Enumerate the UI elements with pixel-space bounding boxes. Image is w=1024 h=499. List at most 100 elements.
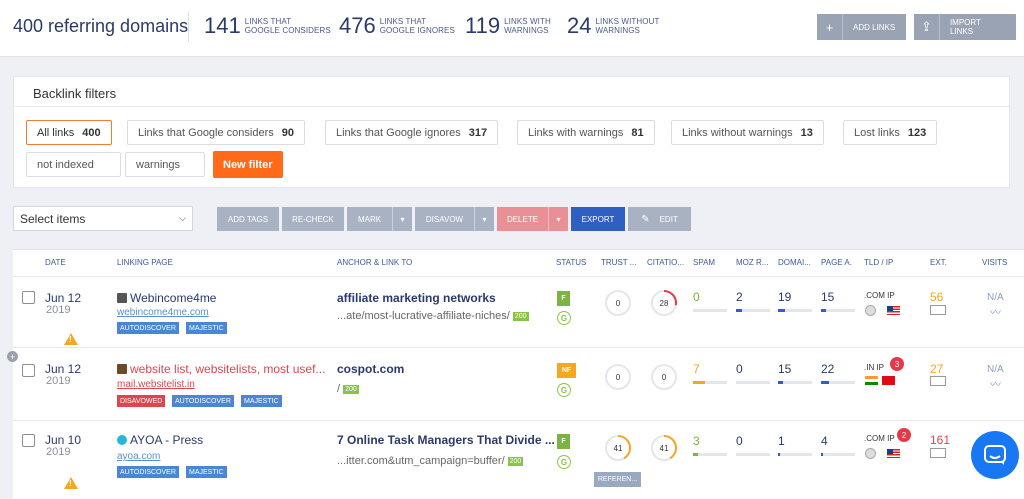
new-filter-button[interactable]: New filter: [213, 151, 283, 178]
filter-all-links[interactable]: All links 400: [26, 120, 112, 145]
referen-button[interactable]: REFEREN...: [594, 472, 641, 487]
row-checkbox[interactable]: [22, 364, 35, 377]
filter-not-indexed[interactable]: not indexed: [26, 152, 121, 177]
filter-google-considers[interactable]: Links that Google considers 90: [127, 120, 305, 145]
filter-without-warnings[interactable]: Links without warnings 13: [671, 120, 824, 145]
moz-bar: [736, 453, 770, 456]
edit-button[interactable]: ✎ EDIT: [628, 207, 691, 231]
add-links-button[interactable]: + ADD LINKS: [817, 14, 906, 40]
stat-number: 141: [204, 13, 241, 38]
chevron-down-icon[interactable]: ▾: [548, 207, 568, 231]
link-to[interactable]: ...ate/most-lucrative-affiliate-niches/2…: [337, 310, 529, 322]
column-moz[interactable]: MOZ R...: [736, 258, 768, 267]
favicon-icon: [117, 364, 127, 374]
referring-domains-count[interactable]: 400 referring domains: [13, 16, 188, 37]
trust-flow-gauge: 41: [604, 434, 632, 462]
add-tags-button[interactable]: ADD TAGS: [217, 207, 279, 231]
tag-disavowed[interactable]: DISAVOWED: [117, 395, 166, 407]
warning-icon[interactable]: !: [64, 477, 78, 489]
citation-flow-gauge: 0: [650, 363, 678, 391]
linking-page-title[interactable]: website list, websitelists, most usef...: [130, 362, 326, 376]
column-trust[interactable]: TRUST ...: [601, 258, 636, 267]
export-button[interactable]: EXPORT: [571, 207, 625, 231]
favicon-icon: [117, 435, 127, 445]
spam-bar: [693, 453, 727, 456]
row-checkbox[interactable]: [22, 291, 35, 304]
disavow-button[interactable]: DISAVOW ▾: [415, 207, 494, 231]
column-page[interactable]: PAGE A.: [821, 258, 852, 267]
column-spam[interactable]: SPAM: [693, 258, 715, 267]
link-to[interactable]: ...itter.com&utm_campaign=buffer/200: [337, 455, 524, 467]
globe-icon: [865, 448, 876, 459]
google-icon: G: [557, 455, 571, 469]
us-flag-icon: [887, 449, 900, 458]
stat-without-warnings[interactable]: 24 LINKS WITHOUT WARNINGS: [567, 13, 659, 39]
filter-google-ignores[interactable]: Links that Google ignores 317: [325, 120, 499, 145]
linking-page-url[interactable]: webincome4me.com: [117, 307, 209, 318]
import-links-button[interactable]: ⇪ IMPORT LINKS: [914, 14, 1016, 40]
citation-flow-gauge: 28: [650, 289, 678, 317]
linking-page-url[interactable]: mail.websitelist.in: [117, 379, 195, 390]
column-tld-ip[interactable]: TLD / IP: [864, 258, 893, 267]
external-link-icon: [930, 376, 946, 386]
page-bar: [821, 381, 855, 384]
turkey-flag-icon: [882, 376, 895, 385]
column-anchor[interactable]: ANCHOR & LINK TO: [337, 258, 412, 267]
stat-number: 119: [465, 13, 501, 38]
tld-ip: .COM IP: [864, 291, 895, 300]
column-ext[interactable]: EXT.: [930, 258, 947, 267]
trust-flow-gauge: 0: [604, 289, 632, 317]
favicon-icon: [117, 293, 127, 303]
filter-with-warnings[interactable]: Links with warnings 81: [517, 120, 655, 145]
link-to[interactable]: /200: [337, 383, 359, 395]
column-domain[interactable]: DOMAI...: [778, 258, 811, 267]
anchor-text[interactable]: cospot.com: [337, 362, 404, 376]
tag-majestic[interactable]: MAJESTIC: [186, 322, 227, 334]
column-status[interactable]: STATUS: [556, 258, 586, 267]
select-items-dropdown[interactable]: Select items ⌵: [13, 206, 193, 231]
linking-page-title[interactable]: AYOA - Press: [130, 433, 330, 447]
mark-button[interactable]: MARK ▾: [347, 207, 412, 231]
chat-widget-button[interactable]: [971, 431, 1019, 479]
chevron-down-icon[interactable]: ▾: [474, 207, 494, 231]
tag-autodiscover[interactable]: AUTODISCOVER: [172, 395, 234, 407]
domain-bar: [778, 453, 812, 456]
linking-page-title[interactable]: Webincome4me: [130, 291, 330, 305]
column-citation[interactable]: CITATIO...: [647, 258, 684, 267]
linking-page-url[interactable]: ayoa.com: [117, 451, 160, 462]
external-link-icon: [930, 448, 946, 458]
chevron-down-icon[interactable]: ▾: [392, 207, 412, 231]
divider: [13, 276, 1024, 277]
tag-majestic[interactable]: MAJESTIC: [186, 466, 227, 478]
domain-authority: 19: [778, 290, 792, 304]
tag-majestic[interactable]: MAJESTIC: [241, 395, 282, 407]
tag-autodiscover[interactable]: AUTODISCOVER: [117, 466, 179, 478]
delete-button[interactable]: DELETE ▾: [497, 207, 568, 231]
column-visits[interactable]: VISITS: [982, 258, 1007, 267]
stat-number: 476: [339, 13, 376, 38]
status-code-badge: 200: [343, 384, 359, 394]
external-links-count: 161: [930, 433, 951, 447]
column-linking-page[interactable]: LINKING PAGE: [117, 258, 173, 267]
stat-number: 24: [567, 13, 592, 38]
filter-warnings[interactable]: warnings: [125, 152, 205, 177]
filters-title: Backlink filters: [33, 86, 117, 101]
follow-badge: F: [557, 291, 570, 306]
stat-with-warnings[interactable]: 119 LINKS WITH WARNINGS: [465, 13, 551, 39]
stat-google-considers[interactable]: 141 LINKS THAT GOOGLE CONSIDERS: [204, 13, 331, 39]
row-checkbox[interactable]: [22, 434, 35, 447]
warning-icon[interactable]: !: [64, 333, 78, 345]
filter-lost-links[interactable]: Lost links 123: [843, 120, 938, 145]
spam-score: 0: [693, 290, 700, 304]
expand-icon[interactable]: +: [7, 351, 18, 362]
moz-bar: [736, 309, 770, 312]
column-date[interactable]: DATE: [45, 258, 66, 267]
google-icon: G: [557, 311, 571, 325]
recheck-button[interactable]: RE-CHECK: [282, 207, 344, 231]
tag-autodiscover[interactable]: AUTODISCOVER: [117, 322, 179, 334]
spam-bar: [693, 381, 727, 384]
anchor-text[interactable]: affiliate marketing networks: [337, 291, 496, 305]
anchor-text[interactable]: 7 Online Task Managers That Divide ...: [337, 433, 555, 447]
ip-count-badge: 2: [897, 428, 911, 442]
stat-google-ignores[interactable]: 476 LINKS THAT GOOGLE IGNORES: [339, 13, 455, 39]
